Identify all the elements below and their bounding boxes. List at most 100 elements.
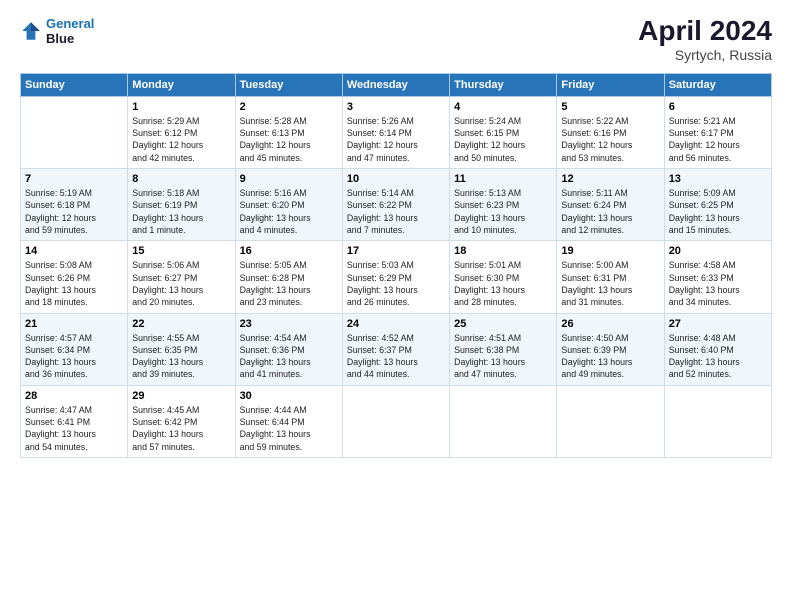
calendar-cell: 12Sunrise: 5:11 AMSunset: 6:24 PMDayligh…: [557, 169, 664, 241]
calendar-cell: 18 Sunrise: 5:01 AMSunset: 6:30 PMDayligh…: [450, 241, 557, 313]
day-info: Sunrise: 5:28 AMSunset: 6:13 PMDaylight:…: [240, 115, 338, 164]
weekday-header: Thursday: [450, 73, 557, 96]
day-info: Sunrise: 5:05 AMSunset: 6:28 PMDaylight:…: [240, 259, 338, 308]
day-info: Sunrise: 4:51 AMSunset: 6:38 PMDaylight:…: [454, 332, 552, 381]
day-number: 4: [454, 101, 552, 113]
subtitle: Syrtych, Russia: [638, 47, 772, 63]
day-number: 5: [561, 101, 659, 113]
day-number: 27: [669, 318, 767, 330]
day-info: Sunrise: 5:21 AMSunset: 6:17 PMDaylight:…: [669, 115, 767, 164]
day-number: 30: [240, 390, 338, 402]
calendar-cell: 30 Sunrise: 4:44 AMSunset: 6:44 PMDayligh…: [235, 385, 342, 457]
calendar-cell: 2 Sunrise: 5:28 AMSunset: 6:13 PMDaylight…: [235, 96, 342, 168]
day-info: Sunrise: 5:24 AMSunset: 6:15 PMDaylight:…: [454, 115, 552, 164]
day-info: Sunrise: 4:47 AMSunset: 6:41 PMDaylight:…: [25, 404, 123, 453]
day-info: Sunrise: 5:29 AMSunset: 6:12 PMDaylight:…: [132, 115, 230, 164]
calendar-cell: 13 Sunrise: 5:09 AMSunset: 6:25 PMDayligh…: [664, 169, 771, 241]
calendar-cell: 1 Sunrise: 5:29 AMSunset: 6:12 PMDaylight…: [128, 96, 235, 168]
day-number: 15: [132, 245, 230, 257]
calendar-cell: [450, 385, 557, 457]
day-info: Sunrise: 5:06 AMSunset: 6:27 PMDaylight:…: [132, 259, 230, 308]
day-number: 16: [240, 245, 338, 257]
day-info: Sunrise: 5:26 AMSunset: 6:14 PMDaylight:…: [347, 115, 445, 164]
calendar-cell: 21Sunrise: 4:57 AMSunset: 6:34 PMDayligh…: [21, 313, 128, 385]
calendar-cell: 7 Sunrise: 5:19 AMSunset: 6:18 PMDaylight…: [21, 169, 128, 241]
day-info: Sunrise: 5:09 AMSunset: 6:25 PMDaylight:…: [669, 187, 767, 236]
calendar-cell: 11Sunrise: 5:13 AMSunset: 6:23 PMDayligh…: [450, 169, 557, 241]
day-number: 28: [25, 390, 123, 402]
day-number: 25: [454, 318, 552, 330]
day-info: Sunrise: 5:19 AMSunset: 6:18 PMDaylight:…: [25, 187, 123, 236]
day-number: 18: [454, 245, 552, 257]
calendar-cell: [21, 96, 128, 168]
main-title: April 2024: [638, 16, 772, 47]
day-info: Sunrise: 4:44 AMSunset: 6:44 PMDaylight:…: [240, 404, 338, 453]
logo-icon: [20, 20, 42, 42]
calendar-cell: 24Sunrise: 4:52 AMSunset: 6:37 PMDayligh…: [342, 313, 449, 385]
calendar-cell: 15 Sunrise: 5:06 AMSunset: 6:27 PMDayligh…: [128, 241, 235, 313]
day-number: 8: [132, 173, 230, 185]
day-number: 1: [132, 101, 230, 113]
day-number: 20: [669, 245, 767, 257]
calendar-cell: 14Sunrise: 5:08 AMSunset: 6:26 PMDayligh…: [21, 241, 128, 313]
page-header: GeneralBlue April 2024 Syrtych, Russia: [20, 16, 772, 63]
day-number: 23: [240, 318, 338, 330]
day-number: 7: [25, 173, 123, 185]
calendar-cell: 6 Sunrise: 5:21 AMSunset: 6:17 PMDaylight…: [664, 96, 771, 168]
calendar-week-row: 1 Sunrise: 5:29 AMSunset: 6:12 PMDaylight…: [21, 96, 772, 168]
day-number: 13: [669, 173, 767, 185]
day-info: Sunrise: 5:03 AMSunset: 6:29 PMDaylight:…: [347, 259, 445, 308]
day-info: Sunrise: 5:08 AMSunset: 6:26 PMDaylight:…: [25, 259, 123, 308]
day-info: Sunrise: 4:48 AMSunset: 6:40 PMDaylight:…: [669, 332, 767, 381]
day-info: Sunrise: 5:00 AMSunset: 6:31 PMDaylight:…: [561, 259, 659, 308]
logo: GeneralBlue: [20, 16, 94, 46]
logo-text: GeneralBlue: [46, 16, 94, 46]
day-number: 17: [347, 245, 445, 257]
calendar-cell: 20 Sunrise: 4:58 AMSunset: 6:33 PMDayligh…: [664, 241, 771, 313]
day-number: 9: [240, 173, 338, 185]
day-number: 26: [561, 318, 659, 330]
calendar-cell: 28 Sunrise: 4:47 AMSunset: 6:41 PMDayligh…: [21, 385, 128, 457]
calendar-cell: 9 Sunrise: 5:16 AMSunset: 6:20 PMDaylight…: [235, 169, 342, 241]
day-info: Sunrise: 4:45 AMSunset: 6:42 PMDaylight:…: [132, 404, 230, 453]
calendar-week-row: 21Sunrise: 4:57 AMSunset: 6:34 PMDayligh…: [21, 313, 772, 385]
day-info: Sunrise: 5:01 AMSunset: 6:30 PMDaylight:…: [454, 259, 552, 308]
calendar-cell: 10Sunrise: 5:14 AMSunset: 6:22 PMDayligh…: [342, 169, 449, 241]
calendar-week-row: 7 Sunrise: 5:19 AMSunset: 6:18 PMDaylight…: [21, 169, 772, 241]
day-number: 2: [240, 101, 338, 113]
calendar-cell: 4 Sunrise: 5:24 AMSunset: 6:15 PMDaylight…: [450, 96, 557, 168]
day-info: Sunrise: 5:18 AMSunset: 6:19 PMDaylight:…: [132, 187, 230, 236]
calendar-cell: 8 Sunrise: 5:18 AMSunset: 6:19 PMDaylight…: [128, 169, 235, 241]
day-number: 24: [347, 318, 445, 330]
calendar-cell: [557, 385, 664, 457]
day-info: Sunrise: 4:54 AMSunset: 6:36 PMDaylight:…: [240, 332, 338, 381]
weekday-header: Wednesday: [342, 73, 449, 96]
calendar-cell: 23 Sunrise: 4:54 AMSunset: 6:36 PMDayligh…: [235, 313, 342, 385]
title-block: April 2024 Syrtych, Russia: [638, 16, 772, 63]
weekday-header: Sunday: [21, 73, 128, 96]
day-info: Sunrise: 4:58 AMSunset: 6:33 PMDaylight:…: [669, 259, 767, 308]
weekday-header-row: SundayMondayTuesdayWednesdayThursdayFrid…: [21, 73, 772, 96]
day-number: 12: [561, 173, 659, 185]
day-info: Sunrise: 4:57 AMSunset: 6:34 PMDaylight:…: [25, 332, 123, 381]
calendar-cell: 22 Sunrise: 4:55 AMSunset: 6:35 PMDayligh…: [128, 313, 235, 385]
calendar-week-row: 28 Sunrise: 4:47 AMSunset: 6:41 PMDayligh…: [21, 385, 772, 457]
day-number: 3: [347, 101, 445, 113]
calendar-cell: 17 Sunrise: 5:03 AMSunset: 6:29 PMDayligh…: [342, 241, 449, 313]
calendar-cell: 26 Sunrise: 4:50 AMSunset: 6:39 PMDayligh…: [557, 313, 664, 385]
weekday-header: Tuesday: [235, 73, 342, 96]
day-number: 6: [669, 101, 767, 113]
day-info: Sunrise: 5:14 AMSunset: 6:22 PMDaylight:…: [347, 187, 445, 236]
calendar-cell: [342, 385, 449, 457]
day-info: Sunrise: 5:16 AMSunset: 6:20 PMDaylight:…: [240, 187, 338, 236]
calendar-cell: [664, 385, 771, 457]
weekday-header: Monday: [128, 73, 235, 96]
day-number: 29: [132, 390, 230, 402]
day-number: 22: [132, 318, 230, 330]
calendar-cell: 16 Sunrise: 5:05 AMSunset: 6:28 PMDayligh…: [235, 241, 342, 313]
day-info: Sunrise: 5:22 AMSunset: 6:16 PMDaylight:…: [561, 115, 659, 164]
day-info: Sunrise: 4:50 AMSunset: 6:39 PMDaylight:…: [561, 332, 659, 381]
calendar-cell: 3 Sunrise: 5:26 AMSunset: 6:14 PMDaylight…: [342, 96, 449, 168]
day-info: Sunrise: 5:13 AMSunset: 6:23 PMDaylight:…: [454, 187, 552, 236]
day-info: Sunrise: 4:55 AMSunset: 6:35 PMDaylight:…: [132, 332, 230, 381]
